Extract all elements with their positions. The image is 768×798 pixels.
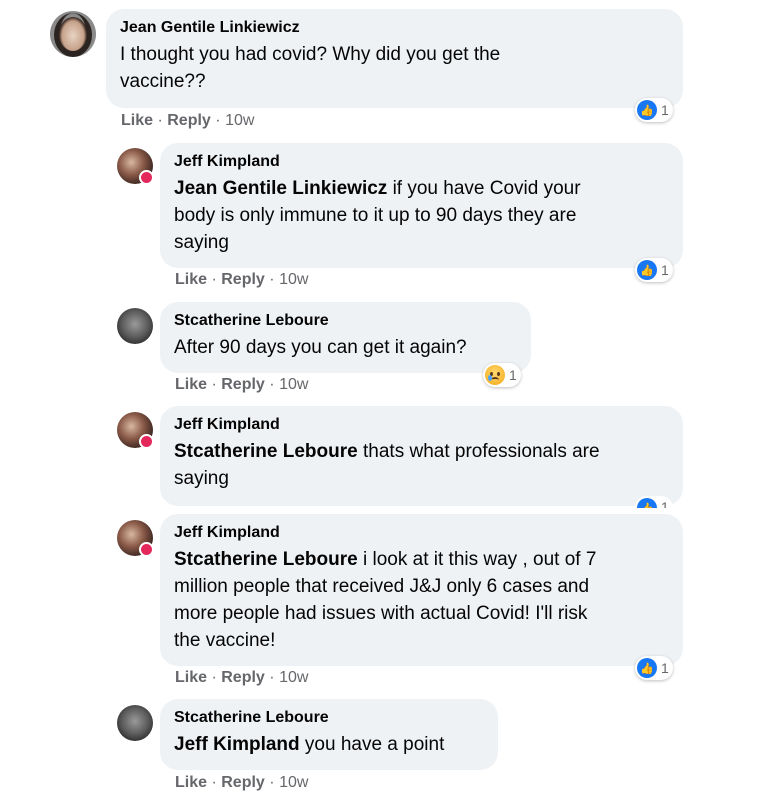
comment-text: Stcatherine Leboure thats what professio… xyxy=(174,441,600,489)
like-icon: 👍 xyxy=(637,498,657,508)
comment-text: Jean Gentile Linkiewicz if you have Covi… xyxy=(174,178,581,253)
comment-bubble: Jeff Kimpland Stcatherine Leboure i look… xyxy=(160,514,683,666)
reaction-badge[interactable]: 1 xyxy=(483,363,521,387)
avatar[interactable] xyxy=(50,11,96,57)
comment-author[interactable]: Stcatherine Leboure xyxy=(174,708,484,728)
comment-text: I thought you had covid? Why did you get… xyxy=(120,44,501,92)
comment-author[interactable]: Stcatherine Leboure xyxy=(174,311,517,331)
like-icon: 👍 xyxy=(637,260,657,280)
timestamp[interactable]: 10w xyxy=(279,271,308,288)
reply-button[interactable]: Reply xyxy=(221,376,265,393)
reply-button[interactable]: Reply xyxy=(221,271,265,288)
comment-author[interactable]: Jeff Kimpland xyxy=(174,152,669,172)
timestamp[interactable]: 10w xyxy=(279,669,308,686)
like-icon: 👍 xyxy=(637,100,657,120)
mention-link[interactable]: Stcatherine Leboure xyxy=(174,549,358,570)
mention-link[interactable]: Jean Gentile Linkiewicz xyxy=(174,178,387,199)
like-icon: 👍 xyxy=(637,658,657,678)
like-button[interactable]: Like xyxy=(175,271,207,288)
comment-text: After 90 days you can get it again? xyxy=(174,337,467,358)
like-button[interactable]: Like xyxy=(121,112,153,129)
comment-bubble: Jeff Kimpland Jean Gentile Linkiewicz if… xyxy=(160,143,683,268)
separator: · xyxy=(269,774,275,791)
sad-icon xyxy=(485,365,505,385)
like-button[interactable]: Like xyxy=(175,669,207,686)
comment-text: Jeff Kimpland you have a point xyxy=(174,734,445,755)
comment-author[interactable]: Jeff Kimpland xyxy=(174,523,669,543)
timestamp[interactable]: 10w xyxy=(279,376,308,393)
reaction-count: 1 xyxy=(661,660,669,676)
separator: · xyxy=(211,271,217,288)
comment-text: Stcatherine Leboure i look at it this wa… xyxy=(174,549,597,651)
comment-actions: Like · Reply · 10w xyxy=(175,376,308,394)
reaction-count: 1 xyxy=(661,499,669,508)
separator: · xyxy=(269,669,275,686)
like-button[interactable]: Like xyxy=(175,376,207,393)
separator: · xyxy=(211,376,217,393)
comment-actions: Like · Reply · 10w xyxy=(175,774,308,792)
separator: · xyxy=(157,112,163,129)
reaction-badge[interactable]: 👍 1 xyxy=(635,98,673,122)
mention-link[interactable]: Stcatherine Leboure xyxy=(174,441,358,462)
separator: · xyxy=(269,376,275,393)
comment-bubble: Stcatherine Leboure After 90 days you ca… xyxy=(160,302,531,373)
mention-link[interactable]: Jeff Kimpland xyxy=(174,734,300,755)
online-indicator xyxy=(139,434,154,449)
reaction-badge[interactable]: 👍 1 xyxy=(635,258,673,282)
separator: · xyxy=(211,774,217,791)
online-indicator xyxy=(139,170,154,185)
comment-actions: Like · Reply · 10w xyxy=(121,112,254,130)
reply-button[interactable]: Reply xyxy=(221,774,265,791)
reaction-badge[interactable]: 👍 1 xyxy=(635,656,673,680)
reply-button[interactable]: Reply xyxy=(167,112,211,129)
online-indicator xyxy=(139,542,154,557)
comment-actions: Like · Reply · 10w xyxy=(175,271,308,289)
avatar[interactable] xyxy=(117,308,153,344)
separator: · xyxy=(215,112,221,129)
reaction-count: 1 xyxy=(661,262,669,278)
separator: · xyxy=(211,669,217,686)
timestamp[interactable]: 10w xyxy=(279,774,308,791)
comment-bubble: Jean Gentile Linkiewicz I thought you ha… xyxy=(106,9,683,108)
comment-bubble: Stcatherine Leboure Jeff Kimpland you ha… xyxy=(160,699,498,770)
comment-author[interactable]: Jean Gentile Linkiewicz xyxy=(120,18,669,38)
comment-actions: Like · Reply · 10w xyxy=(175,669,308,687)
reaction-badge[interactable]: 👍 1 xyxy=(635,496,673,508)
reaction-count: 1 xyxy=(509,367,517,383)
separator: · xyxy=(269,271,275,288)
comment-bubble: Jeff Kimpland Stcatherine Leboure thats … xyxy=(160,406,683,506)
comment-author[interactable]: Jeff Kimpland xyxy=(174,415,669,435)
reply-button[interactable]: Reply xyxy=(221,669,265,686)
like-button[interactable]: Like xyxy=(175,774,207,791)
timestamp[interactable]: 10w xyxy=(225,112,254,129)
avatar[interactable] xyxy=(117,705,153,741)
reaction-count: 1 xyxy=(661,102,669,118)
